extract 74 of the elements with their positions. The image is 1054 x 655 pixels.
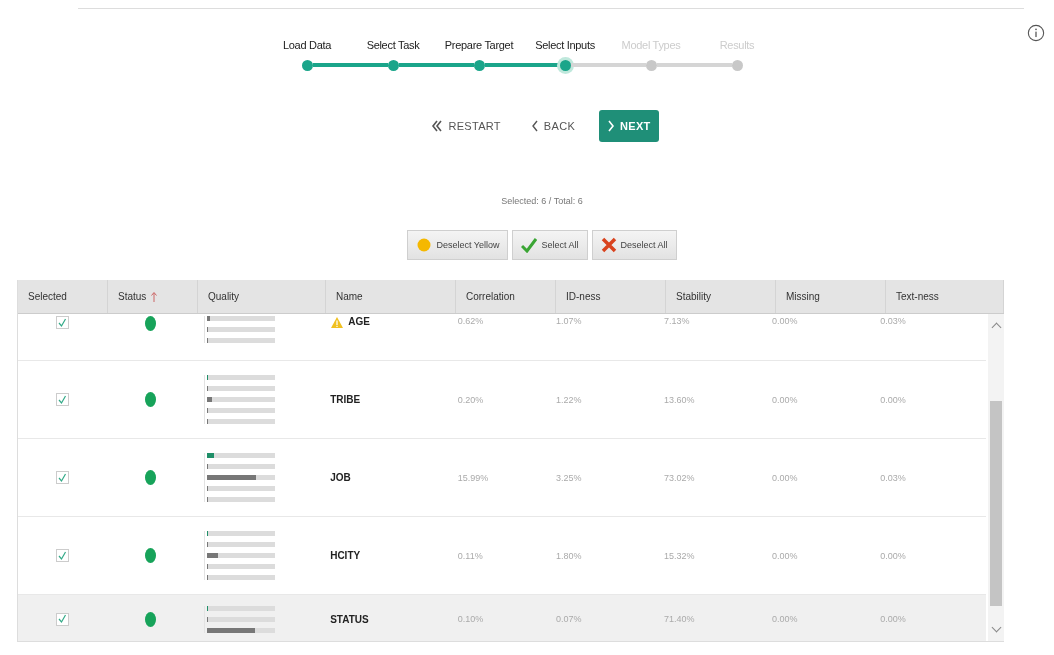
table-cell: 7.13%	[664, 316, 690, 326]
dot-icon	[416, 237, 433, 253]
column-header[interactable]: Stability	[666, 280, 776, 313]
column-header[interactable]: Name	[326, 280, 456, 313]
scrollbar[interactable]	[988, 314, 1004, 641]
checkbox[interactable]	[55, 612, 69, 626]
table-cell: 0.00%	[772, 614, 798, 624]
column-header[interactable]: Quality	[198, 280, 326, 313]
table-cell: 71.40%	[664, 614, 695, 624]
table-cell: 0.20%	[457, 394, 484, 405]
table-cell: 0.62%	[457, 316, 484, 326]
table-row[interactable]: JOB 15.99% 3.25% 73.02% 0.00% 0.03%	[18, 439, 986, 517]
table-row[interactable]: TRIBE 0.20% 1.22% 13.60% 0.00% 0.00%	[18, 361, 986, 439]
next-button[interactable]: NEXT	[599, 110, 659, 142]
step-dot[interactable]	[301, 59, 313, 71]
step-label[interactable]: Load Data	[264, 39, 350, 51]
step-dot[interactable]	[645, 59, 657, 71]
selection-summary: Selected: 6 / Total: 6	[500, 196, 584, 206]
column-header[interactable]: Selected	[18, 280, 108, 313]
double-chevron-left-icon	[431, 120, 444, 132]
table-cell: 0.03%	[880, 316, 906, 326]
table-cell: 3.25%	[556, 472, 582, 483]
variable-name: HCITY	[330, 550, 361, 561]
chevron-left-icon	[530, 120, 539, 132]
step-dot[interactable]	[731, 59, 743, 71]
column-header[interactable]: Status	[108, 280, 198, 313]
checkbox[interactable]	[55, 393, 69, 406]
column-header[interactable]: ID-ness	[556, 280, 666, 313]
table-cell: 0.07%	[556, 614, 582, 624]
action-button[interactable]: Deselect All	[591, 230, 677, 260]
column-header[interactable]: Text-ness	[886, 280, 1004, 313]
checkbox[interactable]	[55, 316, 69, 329]
step-label[interactable]: Select Task	[350, 39, 436, 51]
action-button[interactable]: Deselect Yellow	[407, 230, 509, 260]
table-cell: 15.99%	[457, 472, 489, 483]
back-button[interactable]: BACK	[524, 114, 581, 138]
chevron-right-icon	[607, 120, 615, 132]
table-cell: 1.07%	[556, 316, 582, 326]
table-cell: 13.60%	[664, 394, 695, 405]
table-cell: 1.80%	[556, 550, 582, 561]
table-cell: 0.00%	[880, 394, 906, 405]
table-row[interactable]: AGE 0.62% 1.07% 7.13% 0.00% 0.03%	[18, 314, 986, 361]
step-label[interactable]: Select Inputs	[522, 39, 608, 51]
checkbox[interactable]	[55, 549, 69, 562]
table-cell: 0.00%	[880, 614, 906, 624]
step-dot[interactable]	[473, 59, 485, 71]
table-cell: 1.22%	[556, 394, 582, 405]
step-dot[interactable]	[387, 59, 399, 71]
scroll-thumb[interactable]	[990, 401, 1002, 606]
table-cell: 0.00%	[772, 472, 798, 483]
action-button[interactable]: Select All	[512, 230, 588, 260]
table-cell: 0.00%	[772, 394, 798, 405]
variable-name: TRIBE	[330, 394, 361, 405]
table-cell: 0.00%	[880, 550, 906, 561]
cross-icon	[600, 237, 617, 253]
step-label[interactable]: Prepare Target	[436, 39, 522, 51]
restart-button[interactable]: RESTART	[425, 114, 507, 138]
checkbox[interactable]	[55, 471, 69, 484]
table-cell: 0.11%	[457, 550, 483, 561]
variable-name: AGE	[348, 316, 370, 327]
table-cell: 0.10%	[457, 614, 484, 624]
table-cell: 73.02%	[664, 472, 695, 483]
table-cell: 0.03%	[880, 472, 906, 483]
info-icon[interactable]	[1027, 24, 1045, 42]
table-cell: 0.00%	[772, 550, 798, 561]
variable-name: STATUS	[330, 613, 369, 625]
column-header[interactable]: Correlation	[456, 280, 556, 313]
column-header[interactable]: Missing	[776, 280, 886, 313]
step-dot[interactable]	[559, 59, 571, 71]
variable-name: JOB	[330, 472, 351, 483]
table-cell: 0.00%	[772, 316, 798, 326]
table-cell: 15.32%	[664, 550, 695, 561]
check-icon	[521, 237, 538, 253]
table-row[interactable]: STATUS 0.10% 0.07% 71.40% 0.00% 0.00%	[18, 595, 986, 641]
